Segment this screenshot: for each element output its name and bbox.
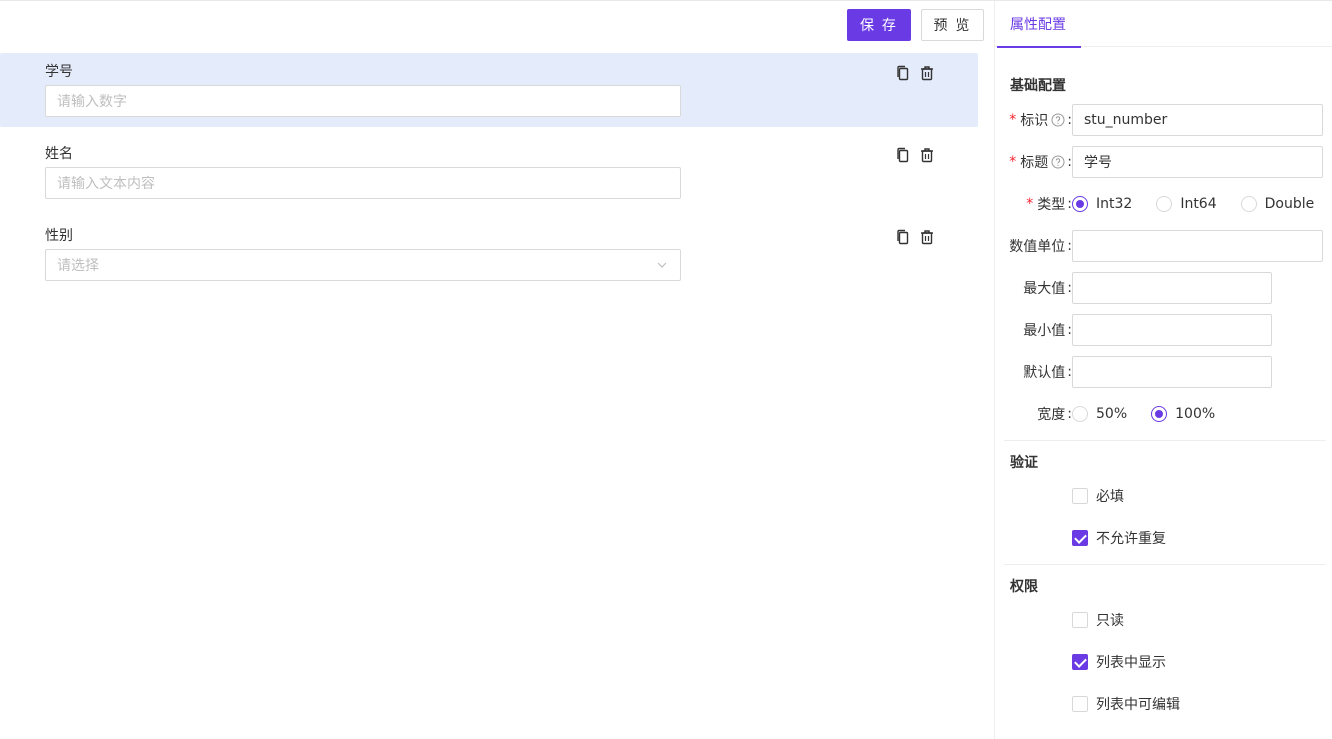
- id-label: * 标识 :: [1009, 104, 1072, 136]
- min-label: 最小值 :: [1023, 314, 1072, 346]
- checkbox-box[interactable]: [1072, 696, 1088, 712]
- max-label-text: 最大值: [1023, 281, 1066, 297]
- section-permission-title: 权限: [1010, 579, 1038, 595]
- checkbox-label: 列表中可编辑: [1096, 697, 1180, 713]
- input-placeholder: 请输入文本内容: [57, 176, 155, 192]
- title-label-text: 标题: [1020, 155, 1049, 171]
- type-label: * 类型 :: [1026, 188, 1072, 220]
- checkbox-label: 列表中显示: [1096, 655, 1166, 671]
- width-label-text: 宽度: [1037, 407, 1066, 423]
- type-radio-group: Int32 Int64 Double: [1072, 188, 1332, 220]
- chevron-down-icon: [657, 262, 667, 268]
- radio-dot[interactable]: [1156, 196, 1173, 212]
- field-actions: [895, 147, 935, 163]
- gender-select[interactable]: 请选择: [45, 249, 681, 281]
- radio-label: Int64: [1180, 196, 1217, 212]
- radio-width-100[interactable]: 100%: [1151, 406, 1215, 422]
- radio-double[interactable]: Double: [1240, 196, 1315, 212]
- checkbox-readonly[interactable]: 只读: [1072, 610, 1124, 630]
- radio-dot[interactable]: [1072, 406, 1088, 422]
- checkbox-editable-in-list[interactable]: 列表中可编辑: [1072, 694, 1180, 714]
- required-mark: *: [1026, 196, 1034, 212]
- form-field-gender[interactable]: 性别 请选择: [0, 217, 978, 291]
- max-input[interactable]: [1072, 272, 1272, 304]
- divider: [1004, 564, 1326, 565]
- radio-label: Double: [1264, 196, 1315, 212]
- checkbox-label: 只读: [1096, 613, 1124, 629]
- radio-label: Int32: [1096, 196, 1133, 212]
- checkbox-label: 不允许重复: [1096, 531, 1166, 547]
- checkbox-required[interactable]: 必填: [1072, 486, 1124, 506]
- text-input[interactable]: 请输入文本内容: [45, 167, 681, 199]
- copy-icon[interactable]: [895, 147, 911, 163]
- type-label-text: 类型: [1037, 197, 1066, 213]
- title-input[interactable]: 学号: [1072, 146, 1323, 178]
- checkbox-label: 必填: [1096, 489, 1124, 505]
- radio-width-50[interactable]: 50%: [1072, 406, 1127, 422]
- width-label: 宽度 :: [1037, 398, 1072, 430]
- checkbox-box[interactable]: [1072, 654, 1088, 670]
- section-validation-title: 验证: [1010, 455, 1038, 471]
- title-label: * 标题 :: [1009, 146, 1072, 178]
- field-label: 学号: [45, 64, 73, 80]
- radio-dot[interactable]: [1151, 406, 1168, 422]
- question-circle-icon[interactable]: [1051, 155, 1065, 169]
- number-input[interactable]: 请输入数字: [45, 85, 681, 117]
- field-actions: [895, 65, 935, 81]
- id-input[interactable]: stu_number: [1072, 104, 1323, 136]
- radio-dot[interactable]: [1240, 196, 1257, 212]
- section-basic-title: 基础配置: [1010, 78, 1066, 94]
- default-input[interactable]: [1072, 356, 1272, 388]
- width-radio-group: 50% 100%: [1072, 398, 1239, 430]
- form-field-name[interactable]: 姓名 请输入文本内容: [0, 135, 978, 209]
- field-label: 姓名: [45, 146, 73, 162]
- min-label-text: 最小值: [1023, 323, 1066, 339]
- panel-tabbar: 属性配置: [995, 1, 1332, 48]
- unit-input[interactable]: [1072, 230, 1323, 262]
- checkbox-show-in-list[interactable]: 列表中显示: [1072, 652, 1166, 672]
- delete-icon[interactable]: [919, 147, 935, 163]
- checkbox-box[interactable]: [1072, 530, 1088, 546]
- form-field-student-number[interactable]: 学号 请输入数字: [0, 53, 978, 127]
- radio-label: 100%: [1175, 406, 1216, 422]
- radio-int32[interactable]: Int32: [1072, 196, 1132, 212]
- question-circle-icon[interactable]: [1051, 113, 1065, 127]
- checkbox-box[interactable]: [1072, 612, 1088, 628]
- default-label-text: 默认值: [1023, 365, 1066, 381]
- radio-dot[interactable]: [1072, 196, 1088, 212]
- unit-label: 数值单位 :: [1009, 230, 1072, 262]
- delete-icon[interactable]: [919, 65, 935, 81]
- select-placeholder: 请选择: [57, 258, 99, 274]
- min-input[interactable]: [1072, 314, 1272, 346]
- checkbox-unique[interactable]: 不允许重复: [1072, 528, 1166, 548]
- checkbox-box[interactable]: [1072, 488, 1088, 504]
- required-mark: *: [1009, 154, 1017, 170]
- preview-button[interactable]: 预 览: [921, 9, 984, 41]
- input-placeholder: 请输入数字: [57, 94, 127, 110]
- radio-int64[interactable]: Int64: [1156, 196, 1217, 212]
- tab-property-config[interactable]: 属性配置: [995, 1, 1081, 48]
- required-mark: *: [1009, 112, 1017, 128]
- field-label: 性别: [45, 228, 73, 244]
- form-designer: 保 存 预 览 学号 请输入数字 姓名 请输入文本内容 性别 请选择 属性配置 …: [0, 0, 1332, 739]
- copy-icon[interactable]: [895, 65, 911, 81]
- field-actions: [895, 229, 935, 245]
- unit-label-text: 数值单位: [1009, 239, 1066, 255]
- radio-label: 50%: [1096, 406, 1128, 422]
- id-label-text: 标识: [1020, 113, 1049, 129]
- copy-icon[interactable]: [895, 229, 911, 245]
- save-button[interactable]: 保 存: [847, 9, 911, 41]
- default-label: 默认值 :: [1023, 356, 1072, 388]
- divider: [1004, 440, 1326, 441]
- max-label: 最大值 :: [1023, 272, 1072, 304]
- property-panel: 属性配置 基础配置 * 标识 : stu_number * 标题 : 学号 * …: [994, 1, 1332, 739]
- delete-icon[interactable]: [919, 229, 935, 245]
